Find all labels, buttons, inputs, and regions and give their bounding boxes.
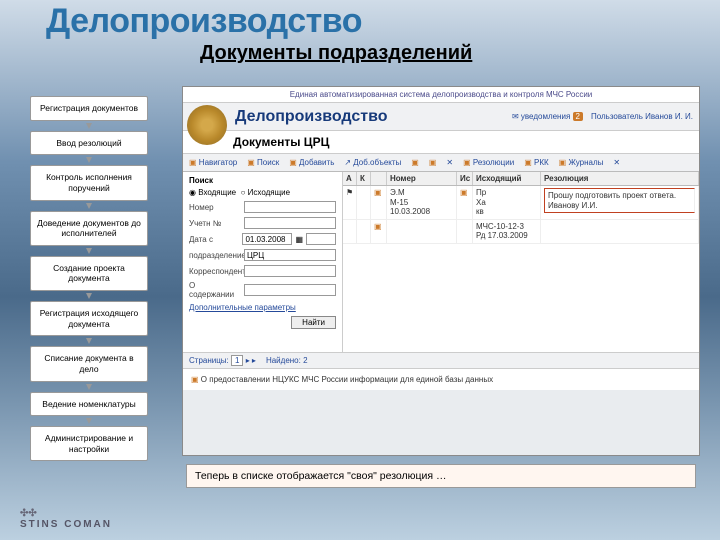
search-panel: Поиск ◉ Входящие ○ Исходящие Номер Учетн… [183, 172, 343, 352]
lbl-date: Дата с [189, 235, 239, 244]
tab-journals[interactable]: ▣ Журналы [559, 158, 604, 167]
list-header: АК НомерИс ИсходящийРезолюция [343, 172, 699, 186]
notify-badge: 2 [573, 112, 583, 121]
radio-outgoing[interactable]: ○ Исходящие [241, 188, 291, 197]
tab-rkk[interactable]: ▣ РКК [524, 158, 548, 167]
pager: Страницы: 1 ▸ ▸ Найдено: 2 [183, 352, 699, 368]
input-uch[interactable] [244, 217, 336, 229]
lbl-dept: подразделение [189, 251, 241, 260]
table-row[interactable]: ▣ МЧС-10-12-3Рд 17.03.2009 [343, 220, 699, 244]
tab-add[interactable]: ▣ Добавить [289, 158, 334, 167]
input-date-to[interactable] [306, 233, 336, 245]
tab-search[interactable]: ▣ Поиск [247, 158, 279, 167]
icon-close-right[interactable]: ✕ [613, 158, 620, 167]
extra-params-link[interactable]: Дополнительные параметры [189, 303, 336, 312]
arrow-down-icon [86, 293, 92, 299]
sidebar-item-outgoing[interactable]: Регистрация исходящего документа [30, 301, 148, 336]
table-row[interactable]: ⚑ ▣ Э.ММ-1510.03.2008 ▣ ПрХакв Прошу под… [343, 186, 699, 220]
resolution-highlight: Прошу подготовить проект ответа. Иванову… [544, 188, 695, 213]
sidebar-item-draft[interactable]: Создание проекта документа [30, 256, 148, 291]
arrow-down-icon [86, 248, 92, 254]
slide-caption: Теперь в списке отображается "своя" резо… [186, 464, 696, 488]
input-date-from[interactable] [242, 233, 292, 245]
flag-icon: ⚑ [343, 186, 357, 219]
sidebar-item-admin[interactable]: Администрирование и настройки [30, 426, 148, 461]
process-sidebar: Регистрация документов Ввод резолюций Ко… [30, 96, 148, 461]
footer-logo: ✣✣ STINS COMAN [20, 508, 112, 530]
icon-close[interactable]: ✕ [446, 158, 453, 167]
input-subj[interactable] [244, 284, 336, 296]
search-button[interactable]: Найти [291, 316, 336, 329]
input-corr[interactable] [244, 265, 336, 277]
arrow-down-icon [86, 203, 92, 209]
doc-icon: ▣ [371, 186, 387, 219]
page-title: Делопроизводство [46, 2, 362, 41]
arrow-down-icon [86, 338, 92, 344]
user-label: Пользователь Иванов И. И. [591, 112, 693, 121]
arrow-down-icon [86, 157, 92, 163]
sidebar-item-deliver[interactable]: Доведение документов до исполнителей [30, 211, 148, 246]
lbl-uch: Учетн № [189, 219, 241, 228]
toolbar: ▣ Навигатор ▣ Поиск ▣ Добавить ↗ Доб.объ… [183, 154, 699, 172]
app-top-banner: Единая автоматизированная система делопр… [183, 87, 699, 103]
radio-incoming[interactable]: ◉ Входящие [189, 188, 236, 197]
page-1[interactable]: 1 [231, 355, 243, 366]
lbl-subj: О содержании [189, 281, 241, 299]
sidebar-item-resolutions[interactable]: Ввод резолюций [30, 131, 148, 156]
lbl-number: Номер [189, 203, 241, 212]
tab-navigator[interactable]: ▣ Навигатор [189, 158, 237, 167]
arrow-down-icon [86, 418, 92, 424]
doc-icon: ▣ [191, 375, 199, 384]
logo-icon: ✣✣ [20, 508, 37, 519]
detail-panel: ▣ О предоставлении НЦУКС МЧС России инфо… [183, 368, 699, 390]
section-title: Документы ЦРЦ [183, 131, 699, 154]
input-number[interactable] [244, 201, 336, 213]
page-subtitle: Документы подразделений [200, 42, 472, 65]
pager-pages: Страницы: 1 ▸ ▸ [189, 356, 256, 365]
lbl-corr: Корреспондент [189, 267, 241, 276]
app-header: Делопроизводство ✉ уведомления 2 Пользов… [183, 103, 699, 131]
app-window: Единая автоматизированная система делопр… [182, 86, 700, 456]
arrow-down-icon [86, 123, 92, 129]
doc-icon: ▣ [457, 186, 473, 219]
icon-copy[interactable]: ▣ [429, 158, 437, 167]
tab-resolutions[interactable]: ▣ Резолюции [463, 158, 514, 167]
doc-icon: ▣ [371, 220, 387, 243]
pager-found: Найдено: 2 [266, 356, 308, 365]
results-list: АК НомерИс ИсходящийРезолюция ⚑ ▣ Э.ММ-1… [343, 172, 699, 352]
tab-addmulti[interactable]: ↗ Доб.объекты [344, 158, 401, 167]
app-title: Делопроизводство [235, 108, 387, 126]
input-dept[interactable] [244, 249, 336, 261]
notifications-link[interactable]: ✉ уведомления 2 [512, 112, 583, 121]
calendar-icon[interactable]: ▦ [295, 235, 303, 244]
sidebar-item-register[interactable]: Регистрация документов [30, 96, 148, 121]
sidebar-item-archive[interactable]: Списание документа в дело [30, 346, 148, 381]
sidebar-item-nomenclature[interactable]: Ведение номенклатуры [30, 392, 148, 417]
icon-doc[interactable]: ▣ [411, 158, 419, 167]
search-title: Поиск [189, 176, 336, 185]
emblem-icon [187, 105, 227, 145]
sidebar-item-control[interactable]: Контроль исполнения поручений [30, 165, 148, 200]
arrow-down-icon [86, 384, 92, 390]
